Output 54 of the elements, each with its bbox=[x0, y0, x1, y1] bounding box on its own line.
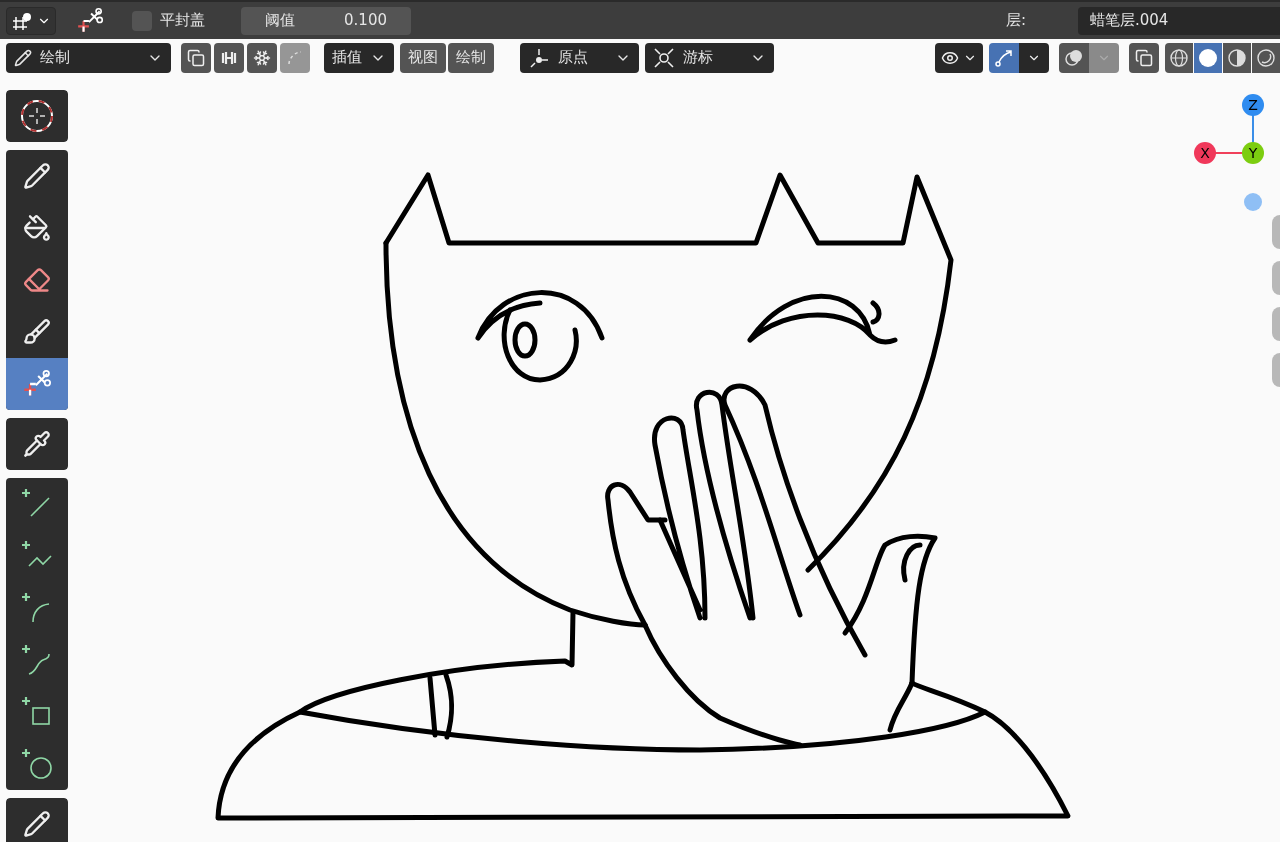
annotate-pencil-icon bbox=[23, 810, 51, 838]
edit-lines-dropdown[interactable] bbox=[1019, 42, 1049, 73]
menu-button[interactable]: 视图 bbox=[400, 42, 446, 73]
layer-label: 层: bbox=[1005, 10, 1026, 32]
target-icon bbox=[653, 46, 675, 69]
crosshair-cursor-icon bbox=[19, 98, 55, 134]
snowflake-icon bbox=[253, 48, 271, 67]
cap-label: 平封盖 bbox=[160, 10, 205, 32]
eraser-icon bbox=[23, 266, 51, 294]
paint-bucket-icon bbox=[23, 214, 51, 242]
edit-lines-toggle[interactable] bbox=[989, 42, 1019, 73]
copy-icon bbox=[187, 48, 205, 67]
rendered-sphere-icon bbox=[1256, 47, 1276, 68]
brush-icon bbox=[23, 318, 51, 346]
tool-button[interactable] bbox=[6, 418, 68, 470]
snap-dropdown[interactable]: 游标 bbox=[645, 42, 774, 73]
overlay-toggle[interactable] bbox=[1059, 42, 1089, 73]
mode-selector[interactable] bbox=[6, 6, 56, 35]
xray-toggle[interactable] bbox=[1129, 42, 1159, 73]
material-sphere-icon bbox=[1227, 47, 1247, 68]
snowflake-button[interactable] bbox=[247, 42, 277, 73]
cutter-icon bbox=[22, 369, 52, 399]
cutter-icon bbox=[76, 6, 104, 35]
shading-button[interactable] bbox=[1252, 42, 1280, 73]
layer-field[interactable]: 蜡笔层.004 bbox=[1078, 6, 1280, 35]
shading-button[interactable] bbox=[1165, 42, 1193, 73]
pivot-icon bbox=[528, 46, 550, 69]
wireframe-sphere-icon bbox=[1169, 47, 1189, 68]
curve-tool-icon bbox=[21, 644, 53, 676]
eyedropper-icon bbox=[23, 430, 51, 458]
interpolation-dropdown[interactable]: 插值 bbox=[324, 42, 394, 73]
mode-dropdown[interactable]: 绘制 bbox=[6, 42, 171, 73]
solid-sphere-icon bbox=[1198, 47, 1218, 68]
tool-button[interactable] bbox=[6, 90, 68, 142]
multiframe-button[interactable] bbox=[181, 42, 211, 73]
copy-icon bbox=[1135, 48, 1153, 67]
overlay-dropdown[interactable] bbox=[1089, 42, 1119, 73]
weight-button[interactable] bbox=[214, 42, 244, 73]
overlapping-circles-icon bbox=[1064, 47, 1084, 68]
axis-gizmo: Z X Y bbox=[1192, 93, 1266, 167]
shading-button[interactable] bbox=[1223, 42, 1251, 73]
threshold-field[interactable]: 阈值 0.100 bbox=[241, 6, 411, 35]
pencil-icon bbox=[14, 48, 32, 67]
tool-button[interactable] bbox=[6, 798, 68, 842]
menu-button[interactable]: 绘制 bbox=[448, 42, 494, 73]
dashed-curve-icon bbox=[286, 48, 304, 67]
visibility-dropdown[interactable] bbox=[935, 42, 983, 73]
circle-tool-icon bbox=[21, 748, 53, 780]
pivot-dropdown[interactable]: 原点 bbox=[520, 42, 639, 73]
shading-button[interactable] bbox=[1194, 42, 1222, 73]
cap-checkbox[interactable]: 平封盖 bbox=[132, 9, 205, 32]
pencil-icon bbox=[23, 162, 51, 190]
box-tool-icon bbox=[21, 696, 53, 728]
bezier-curve-icon bbox=[994, 47, 1014, 68]
